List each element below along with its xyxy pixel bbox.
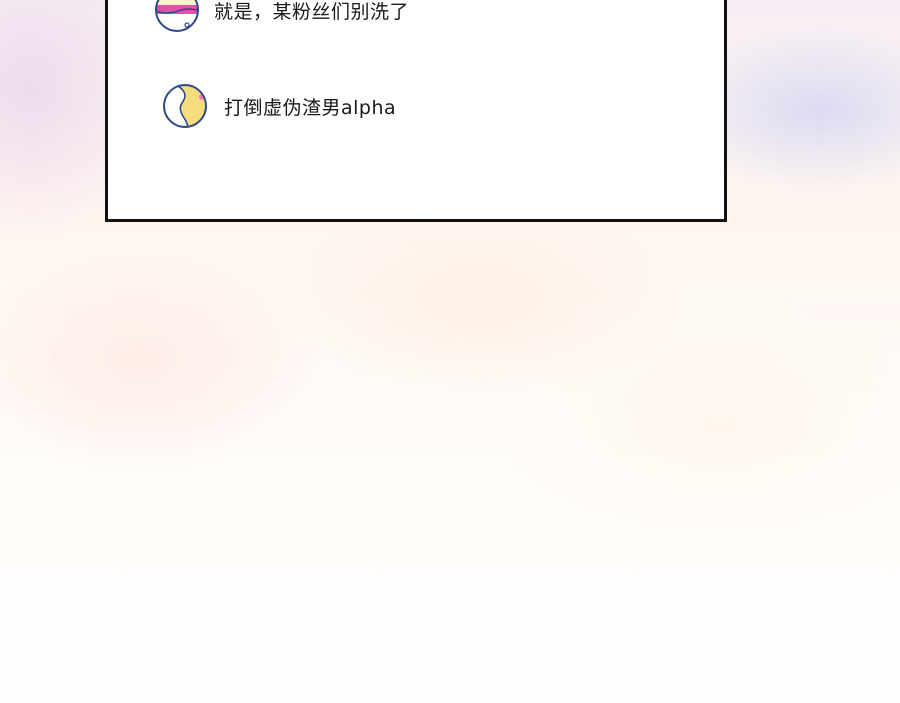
comment-text: 打倒虚伪渣男alpha xyxy=(224,96,397,119)
comment-item: 打倒虚伪渣男alpha xyxy=(162,83,396,129)
striped-pink-avatar-icon[interactable] xyxy=(154,0,200,33)
comment-panel: 就是，某粉丝们别洗了 打倒虚伪渣男alpha xyxy=(105,0,727,222)
comment-text: 就是，某粉丝们别洗了 xyxy=(214,0,410,23)
yellow-white-avatar-icon[interactable] xyxy=(162,83,208,129)
comment-item: 就是，某粉丝们别洗了 xyxy=(154,0,409,33)
